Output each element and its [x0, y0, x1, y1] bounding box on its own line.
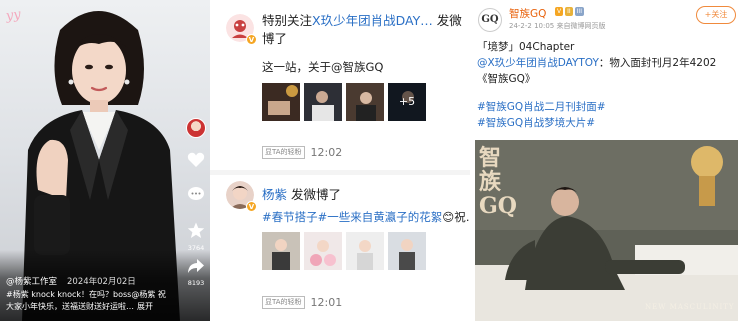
more-images-button[interactable]: +5 [388, 83, 426, 121]
visibility-chip: 显TA的轻粉 [262, 296, 305, 309]
share-button[interactable]: 8193 [183, 258, 209, 287]
gq-account-name[interactable]: 智族GQ [509, 6, 546, 21]
post-image[interactable] [346, 232, 384, 270]
share-icon [188, 259, 204, 273]
post-body-rest: 😊祝… [442, 210, 470, 224]
gq-badges: V II III [555, 7, 584, 16]
visibility-chip: 显TA的轻粉 [262, 146, 305, 159]
level-badge-icon: III [574, 7, 584, 16]
image-strip: +5 [262, 83, 426, 121]
video-watermark: yy [5, 7, 22, 24]
video-date: 2024年02月02日 [67, 277, 136, 287]
verified-badge-icon: V [246, 34, 257, 45]
post-title-prefix: 特别关注 [262, 13, 313, 28]
hashtag-link[interactable]: #智族GQ肖战梦境大片# [477, 115, 595, 130]
gq-text-line3: 《智族GQ》 [477, 73, 536, 85]
mention-link[interactable]: @X玖少年团肖战DAYTOY [477, 57, 599, 69]
post-image[interactable] [262, 83, 300, 121]
verified-badge-icon: V [246, 201, 257, 212]
follow-button[interactable]: +关注 [696, 6, 736, 24]
expand-link[interactable]: 展开 [137, 302, 153, 311]
post-image[interactable] [304, 232, 342, 270]
video-caption-line2: 大家小年快乐，送福送财送好运啦… 展开 [6, 301, 153, 312]
favorite-count: 3764 [187, 244, 205, 252]
avatar-icon [186, 118, 206, 138]
post-image[interactable] [262, 232, 300, 270]
feed-post[interactable]: V 特别关注X玖少年团肖战DAY… 发微博了 这一站，关于@智族GQ +5 显T… [210, 0, 470, 170]
post-meta: 显TA的轻粉 12:01 [262, 296, 342, 309]
magazine-cover-image[interactable]: 智族 GQ NEW MASCULINITY [475, 140, 738, 321]
post-title: 杨紫 发微博了 [262, 184, 341, 203]
post-meta: 显TA的轻粉 12:02 [262, 146, 342, 159]
post-title-suffix: 发微博了 [291, 187, 342, 202]
gq-text-line1: 「境梦」04Chapter [477, 41, 575, 53]
cover-photo [475, 140, 738, 321]
post-time: 12:01 [310, 296, 343, 309]
favorite-button[interactable]: 3764 [183, 222, 209, 252]
comment-icon [188, 187, 204, 200]
post-title: 特别关注X玖少年团肖战DAY… 发微博了 [262, 12, 462, 48]
star-icon [187, 222, 205, 238]
heart-icon [187, 152, 205, 167]
verified-badge-icon: V [555, 7, 564, 16]
gq-text-line2-rest: ：物入面封刊月2年4202 [598, 57, 717, 69]
gq-post-meta: 24-2-2 10:05 来自微博网页版 [509, 22, 606, 30]
account-link[interactable]: X玖少年团肖战DAY… [312, 13, 433, 28]
feed-panel: V 特别关注X玖少年团肖战DAY… 发微博了 这一站，关于@智族GQ +5 显T… [210, 0, 470, 321]
post-time: 12:02 [310, 146, 343, 159]
video-panel[interactable]: yy 3764 8193 @杨紫工作室 2024年02月02日 #杨紫 knoc [0, 0, 210, 321]
hashtag-link[interactable]: #春节搭子#一些来自黄瀛子的花絮 [262, 210, 442, 224]
screenshot-collage: yy 3764 8193 @杨紫工作室 2024年02月02日 #杨紫 knoc [0, 0, 740, 321]
more-images-count: +5 [388, 83, 426, 121]
image-strip [262, 232, 426, 270]
like-button[interactable] [183, 152, 209, 172]
author-avatar-button[interactable] [183, 118, 209, 138]
post-image[interactable] [304, 83, 342, 121]
comment-button[interactable] [183, 186, 209, 206]
video-author[interactable]: @杨紫工作室 [6, 275, 57, 287]
cover-masthead: 智族 GQ [479, 145, 517, 219]
post-body: 这一站，关于@智族GQ [262, 60, 384, 74]
post-image[interactable] [388, 232, 426, 270]
gq-text-line2: @X玖少年团肖战DAYTOY：物入面封刊月2年4202 [477, 55, 716, 70]
level-badge-icon: II [565, 7, 573, 16]
video-caption-line1: #杨紫 knock knock！在吗？boss@杨紫 祝 [6, 290, 166, 299]
post-image[interactable] [346, 83, 384, 121]
author-link[interactable]: 杨紫 [262, 187, 287, 202]
cover-tagline: NEW MASCULINITY [645, 303, 735, 311]
gq-avatar[interactable]: GQ [478, 8, 502, 32]
video-caption-text: 大家小年快乐，送福送财送好运啦… [6, 302, 134, 311]
hashtag-link[interactable]: #智族GQ肖战二月刊封面# [477, 99, 606, 114]
post-body: #春节搭子#一些来自黄瀛子的花絮😊祝… [262, 209, 470, 225]
share-count: 8193 [187, 279, 205, 287]
